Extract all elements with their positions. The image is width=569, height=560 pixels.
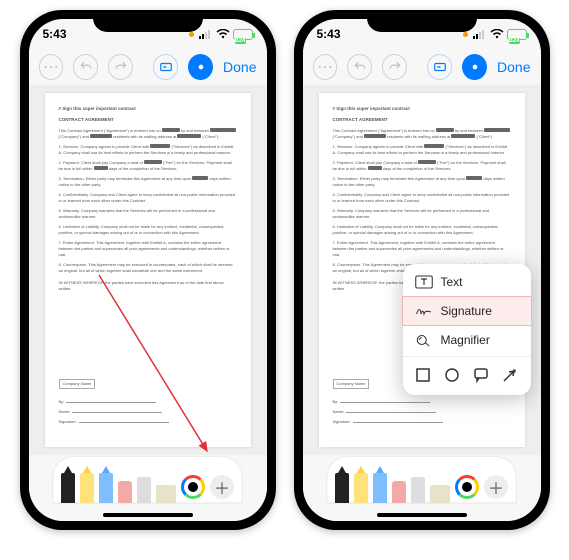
- done-button[interactable]: Done: [223, 59, 256, 75]
- recording-dot-icon: [463, 32, 468, 37]
- phone-left: 5:43 B24 ⋯ Done # Sign this super import…: [20, 10, 276, 530]
- add-button[interactable]: ＋: [210, 475, 234, 499]
- document-viewport[interactable]: # Sign this super important contract CON…: [303, 85, 541, 455]
- autofill-button[interactable]: [153, 54, 178, 80]
- recording-dot-icon: [189, 32, 194, 37]
- markup-nav: ⋯ Done: [303, 49, 541, 85]
- lasso-tool[interactable]: [411, 463, 425, 503]
- add-magnifier-label: Magnifier: [441, 333, 490, 347]
- undo-button[interactable]: [347, 54, 372, 80]
- lasso-tool[interactable]: [137, 463, 151, 503]
- cellular-signal-icon: [473, 29, 487, 39]
- shape-arrow-button[interactable]: [502, 367, 518, 383]
- eraser-tool[interactable]: [392, 463, 406, 503]
- add-signature-label: Signature: [441, 304, 492, 318]
- add-magnifier-option[interactable]: Magnifier: [403, 326, 531, 354]
- autofill-button[interactable]: [427, 54, 452, 80]
- phone-right: 5:43 B24 ⋯ Done # Sign this super import…: [294, 10, 550, 530]
- shape-circle-button[interactable]: [444, 367, 460, 383]
- shape-speech-button[interactable]: [473, 367, 489, 383]
- add-menu-popup: Text Signature Magnifier: [403, 264, 531, 395]
- markup-toolbar: ＋: [303, 455, 541, 521]
- done-button[interactable]: Done: [497, 59, 530, 75]
- ruler-tool[interactable]: [430, 463, 450, 503]
- add-text-label: Text: [441, 275, 463, 289]
- status-right: B24: [463, 29, 527, 40]
- more-button[interactable]: ⋯: [39, 54, 64, 80]
- notch: [367, 10, 477, 32]
- screen: 5:43 B24 ⋯ Done # Sign this super import…: [303, 19, 541, 521]
- document-viewport[interactable]: # Sign this super important contract CON…: [29, 85, 267, 455]
- color-picker-button[interactable]: [455, 475, 479, 499]
- redo-button[interactable]: [108, 54, 133, 80]
- pencil-tool[interactable]: [373, 463, 387, 503]
- add-signature-option[interactable]: Signature: [402, 296, 532, 326]
- battery-icon: B24: [233, 29, 253, 40]
- redo-button[interactable]: [382, 54, 407, 80]
- witness-line: IN WITNESS WHEREOF, the parties have exe…: [59, 280, 237, 292]
- highlighter-tool[interactable]: [354, 463, 368, 503]
- cellular-signal-icon: [199, 29, 213, 39]
- status-time: 5:43: [43, 27, 67, 41]
- ruler-tool[interactable]: [156, 463, 176, 503]
- markup-tool-button[interactable]: [188, 54, 213, 80]
- add-button[interactable]: ＋: [484, 475, 508, 499]
- status-time: 5:43: [317, 27, 341, 41]
- status-right: B24: [189, 29, 253, 40]
- shape-square-button[interactable]: [415, 367, 431, 383]
- notch: [93, 10, 203, 32]
- shape-row: [403, 359, 531, 391]
- color-picker-button[interactable]: [181, 475, 205, 499]
- doc-subheading: CONTRACT AGREEMENT: [59, 117, 237, 124]
- eraser-tool[interactable]: [118, 463, 132, 503]
- highlighter-tool[interactable]: [80, 463, 94, 503]
- pen-tool[interactable]: [61, 463, 75, 503]
- undo-button[interactable]: [73, 54, 98, 80]
- wifi-icon: [490, 29, 504, 39]
- screen: 5:43 B24 ⋯ Done # Sign this super import…: [29, 19, 267, 521]
- home-indicator[interactable]: [377, 513, 467, 517]
- more-button[interactable]: ⋯: [313, 54, 338, 80]
- tool-tray: ＋: [327, 457, 516, 503]
- doc-heading: # Sign this super important contract: [59, 106, 237, 113]
- pencil-tool[interactable]: [99, 463, 113, 503]
- signature-block: Company Name By: Name: Signature:: [59, 379, 237, 429]
- pen-tool[interactable]: [335, 463, 349, 503]
- markup-toolbar: ＋: [29, 455, 267, 521]
- add-text-option[interactable]: Text: [403, 268, 531, 296]
- wifi-icon: [216, 29, 230, 39]
- home-indicator[interactable]: [103, 513, 193, 517]
- markup-tool-button[interactable]: [462, 54, 487, 80]
- tool-tray: ＋: [53, 457, 242, 503]
- markup-nav: ⋯ Done: [29, 49, 267, 85]
- battery-icon: B24: [507, 29, 527, 40]
- document-page: # Sign this super important contract CON…: [45, 93, 251, 447]
